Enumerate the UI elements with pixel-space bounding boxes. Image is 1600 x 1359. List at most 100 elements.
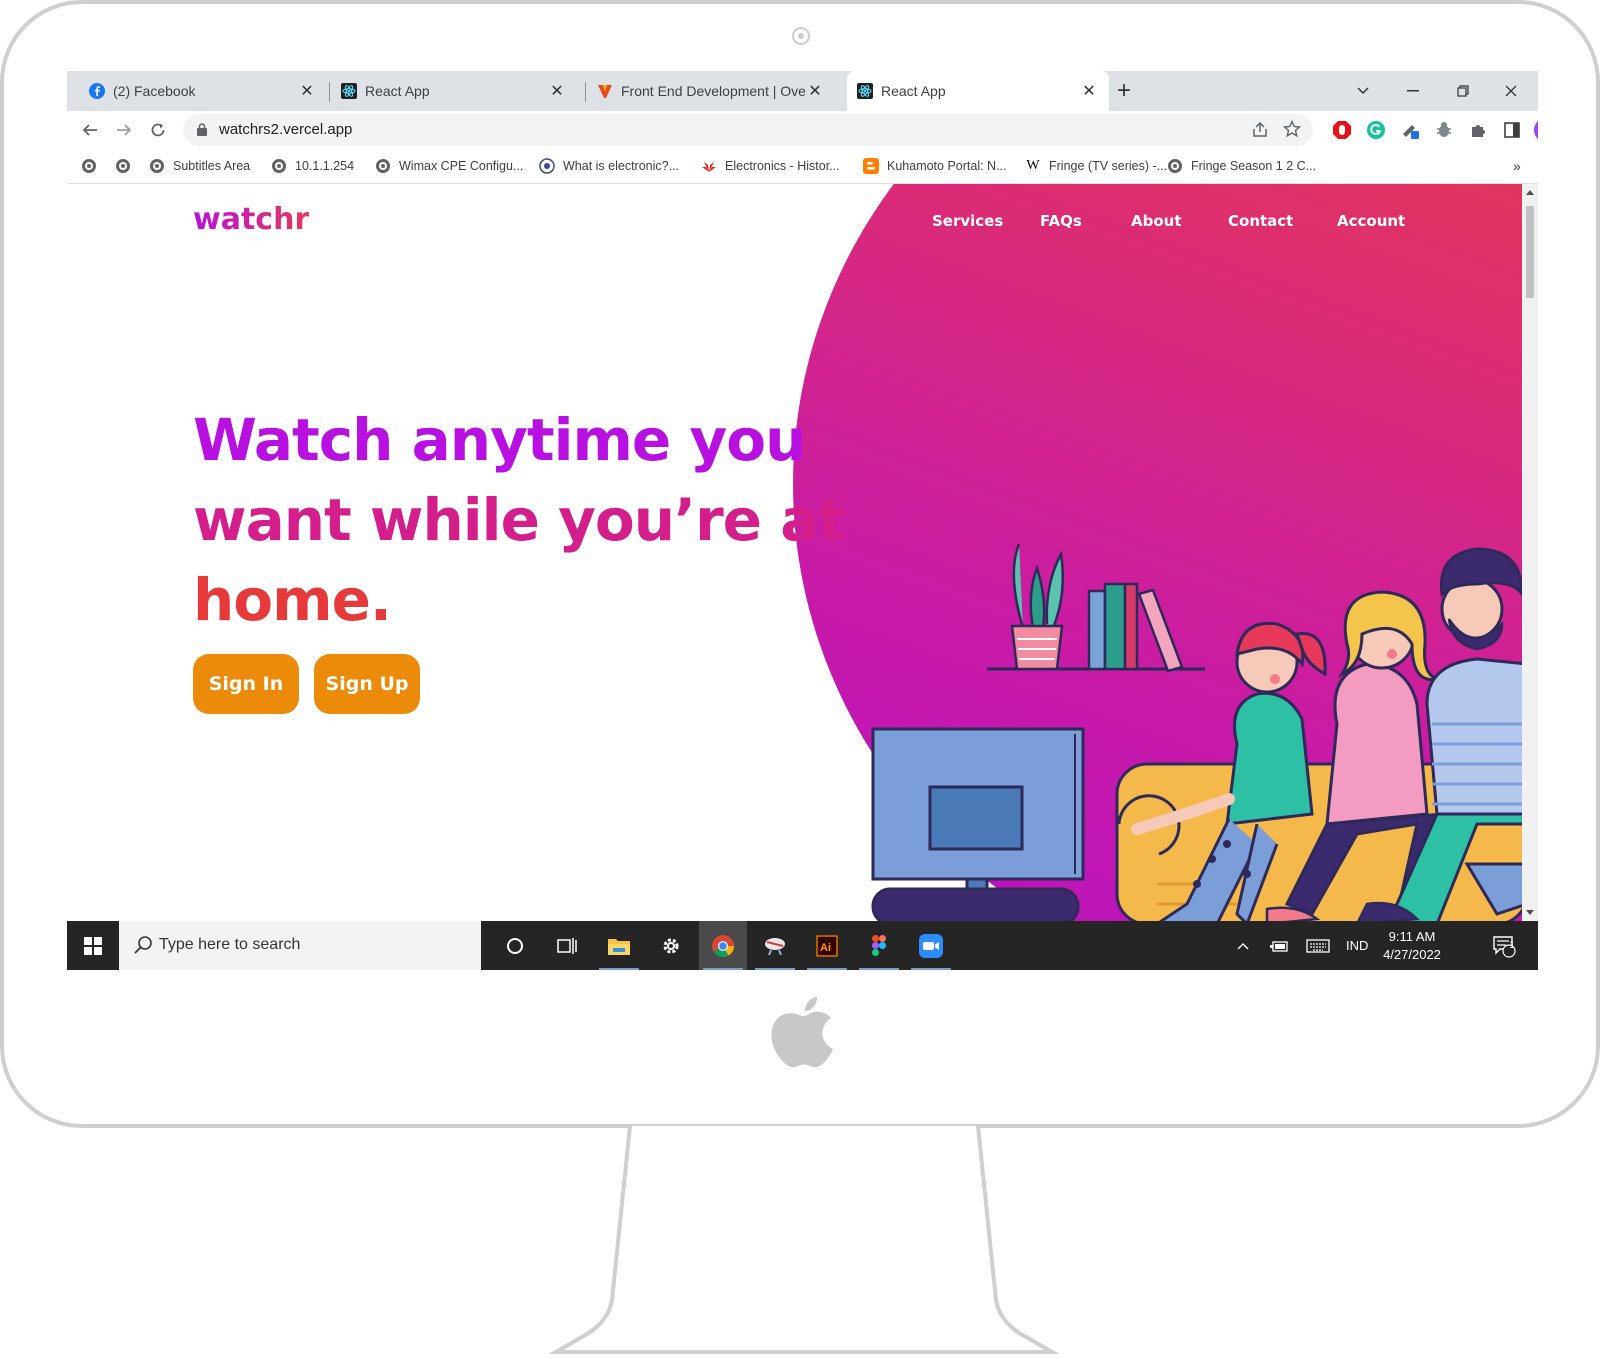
windows-taskbar: Type here to search Ai IND 9:11 AM 4/27/… [67,921,1538,970]
react-icon [857,83,873,99]
svg-text:Ai: Ai [820,942,831,954]
site-logo[interactable]: watchr [193,202,309,237]
browser-toolbar: watchrs2.vercel.app A [67,111,1538,149]
side-panel-icon[interactable] [1499,117,1525,143]
screen: (2) Facebook ✕ React App ✕ Front End Dev… [67,71,1538,970]
input-language[interactable]: IND [1346,921,1368,970]
globe-icon [115,158,131,174]
keyboard-icon[interactable] [1306,921,1330,970]
address-bar[interactable]: watchrs2.vercel.app [183,114,1313,146]
tab-title: React App [881,83,946,99]
back-arrow-icon[interactable] [77,117,103,143]
scrollbar-thumb[interactable] [1526,206,1534,298]
huawei-icon [701,158,717,174]
illustrator-icon[interactable]: Ai [803,921,851,970]
nav-contact[interactable]: Contact [1228,212,1293,230]
bookmark-label: Fringe Season 1 2 C... [1191,159,1317,173]
bookmark-item[interactable]: W Fringe (TV series) -... [1025,157,1167,175]
bookmark-item[interactable]: Electronics - Histor... [701,157,840,175]
site-icon [539,158,555,174]
restore-window-icon[interactable] [1443,75,1483,107]
profile-avatar[interactable]: A [1533,117,1538,143]
headline-line-3: home. [193,566,392,634]
nav-account[interactable]: Account [1337,212,1405,230]
clock-date: 4/27/2022 [1383,947,1441,962]
zoom-icon[interactable] [907,921,955,970]
bookmark-item[interactable]: Fringe Season 1 2 C... [1167,157,1316,175]
forward-arrow-icon[interactable] [111,117,137,143]
bookmark-label: Wimax CPE Configu... [399,159,524,173]
snipping-tool-icon[interactable] [751,921,799,970]
bookmark-label: 10.1.1.254 [295,159,355,173]
headline-line-2: want while you’re at [193,486,846,554]
reload-icon[interactable] [145,117,171,143]
bookmark-item[interactable]: 10.1.1.254 [271,157,354,175]
tab-react-app-1[interactable]: React App ✕ [319,71,577,111]
scroll-up-arrow-icon[interactable] [1526,190,1534,195]
search-placeholder: Type here to search [159,936,301,953]
bookmark-item[interactable]: What is electronic?... [539,157,679,175]
url-text: watchrs2.vercel.app [219,121,353,138]
chrome-icon[interactable] [699,921,747,970]
share-icon[interactable] [1251,121,1269,144]
close-tab-icon[interactable]: ✕ [297,81,317,101]
more-bookmarks-icon[interactable]: » [1513,157,1521,175]
bookmark-label: What is electronic?... [563,159,680,173]
nav-about[interactable]: About [1131,212,1182,230]
sign-up-button[interactable]: Sign Up [314,654,420,714]
extensions-puzzle-icon[interactable] [1465,117,1491,143]
globe-icon [81,158,97,174]
close-tab-icon[interactable]: ✕ [805,81,825,101]
family-watching-tv-illustration [871,543,1522,921]
nav-faqs[interactable]: FAQs [1040,212,1082,230]
react-icon [341,83,357,99]
bookmark-star-icon[interactable] [1282,119,1302,143]
headline-line-1: Watch anytime you [193,406,806,474]
windows-start-icon[interactable] [67,921,119,970]
bookmark-label: Fringe (TV series) -... [1049,159,1168,173]
close-window-icon[interactable] [1491,75,1531,107]
blogger-icon [863,158,879,174]
taskbar-search-box[interactable]: Type here to search [119,921,481,970]
bookmarks-bar: Subtitles Area 10.1.1.254 Wimax CPE Conf… [67,149,1538,184]
close-tab-icon[interactable]: ✕ [1079,81,1099,101]
pen-extension-icon[interactable] [1397,117,1423,143]
tab-search-chevron-icon[interactable] [1343,75,1383,107]
tab-title: React App [365,83,430,99]
notification-center-icon[interactable]: 1 [1492,921,1516,970]
bug-extension-icon[interactable] [1431,117,1457,143]
bookmark-label: Kuhamoto Portal: N... [887,159,1007,173]
page-viewport: watchr Services FAQs About Contact Accou… [67,184,1522,921]
close-tab-icon[interactable]: ✕ [547,81,567,101]
minimize-icon[interactable] [1393,75,1433,107]
scroll-down-arrow-icon[interactable] [1526,910,1534,915]
bookmark-item[interactable]: Wimax CPE Configu... [375,157,523,175]
grammarly-extension-icon[interactable] [1363,117,1389,143]
bookmark-item[interactable] [115,157,139,175]
bookmark-item[interactable]: Subtitles Area [149,157,250,175]
bookmark-item[interactable] [81,157,105,175]
show-hidden-icons-icon[interactable] [1237,921,1249,970]
taskbar-clock[interactable]: 9:11 AM 4/27/2022 [1372,928,1452,964]
tab-react-app-active[interactable]: React App ✕ [847,71,1109,111]
battery-icon[interactable] [1270,921,1288,970]
adblock-extension-icon[interactable] [1329,117,1355,143]
globe-icon [149,158,165,174]
tab-facebook[interactable]: (2) Facebook ✕ [67,71,327,111]
tab-title: Front End Development | Overvie [621,83,805,99]
settings-gear-icon[interactable] [647,921,695,970]
bookmark-item[interactable]: Kuhamoto Portal: N... [863,157,1007,175]
globe-icon [271,158,287,174]
nav-services[interactable]: Services [932,212,1003,230]
bookmark-label: Electronics - Histor... [725,159,840,173]
search-icon [133,935,153,960]
sign-in-button[interactable]: Sign In [193,654,299,714]
task-view-icon[interactable] [543,921,591,970]
cortana-icon[interactable] [491,921,539,970]
new-tab-button[interactable]: + [1110,77,1138,105]
profile-initial: A [1533,117,1538,143]
figma-icon[interactable] [855,921,903,970]
tab-front-end-development[interactable]: Front End Development | Overvie ✕ [575,71,835,111]
page-scrollbar[interactable] [1522,184,1538,921]
file-explorer-icon[interactable] [595,921,643,970]
